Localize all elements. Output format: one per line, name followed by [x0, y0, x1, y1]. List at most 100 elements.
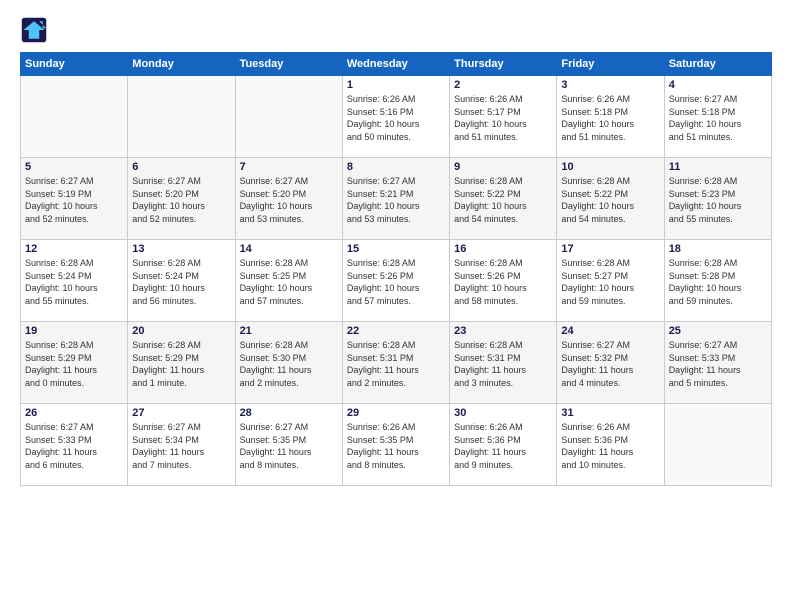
day-header-tuesday: Tuesday [235, 53, 342, 76]
calendar-cell: 9 Sunrise: 6:28 AM Sunset: 5:22 PM Daylig… [450, 158, 557, 240]
calendar-cell: 29 Sunrise: 6:26 AM Sunset: 5:35 PM Dayli… [342, 404, 449, 486]
calendar-cell: 5 Sunrise: 6:27 AM Sunset: 5:19 PM Daylig… [21, 158, 128, 240]
day-number: 15 [347, 243, 445, 255]
day-number: 11 [669, 161, 767, 173]
week-row-1: 5 Sunrise: 6:27 AM Sunset: 5:19 PM Daylig… [21, 158, 772, 240]
calendar-cell: 2 Sunrise: 6:26 AM Sunset: 5:17 PM Daylig… [450, 76, 557, 158]
calendar-cell: 8 Sunrise: 6:27 AM Sunset: 5:21 PM Daylig… [342, 158, 449, 240]
day-info: Sunrise: 6:28 AM Sunset: 5:26 PM Dayligh… [347, 257, 445, 307]
day-header-monday: Monday [128, 53, 235, 76]
header [20, 16, 772, 44]
day-number: 2 [454, 79, 552, 91]
day-info: Sunrise: 6:28 AM Sunset: 5:31 PM Dayligh… [347, 339, 445, 389]
week-row-4: 26 Sunrise: 6:27 AM Sunset: 5:33 PM Dayli… [21, 404, 772, 486]
calendar-cell: 10 Sunrise: 6:28 AM Sunset: 5:22 PM Dayli… [557, 158, 664, 240]
calendar-cell [664, 404, 771, 486]
day-number: 27 [132, 407, 230, 419]
day-info: Sunrise: 6:26 AM Sunset: 5:35 PM Dayligh… [347, 421, 445, 471]
day-info: Sunrise: 6:27 AM Sunset: 5:33 PM Dayligh… [25, 421, 123, 471]
day-info: Sunrise: 6:28 AM Sunset: 5:24 PM Dayligh… [132, 257, 230, 307]
calendar-cell: 4 Sunrise: 6:27 AM Sunset: 5:18 PM Daylig… [664, 76, 771, 158]
day-header-saturday: Saturday [664, 53, 771, 76]
calendar-cell: 17Sunrise: 6:28 AM Sunset: 5:27 PM Dayli… [557, 240, 664, 322]
day-info: Sunrise: 6:27 AM Sunset: 5:32 PM Dayligh… [561, 339, 659, 389]
day-info: Sunrise: 6:27 AM Sunset: 5:20 PM Dayligh… [240, 175, 338, 225]
calendar-cell: 14Sunrise: 6:28 AM Sunset: 5:25 PM Dayli… [235, 240, 342, 322]
day-number: 31 [561, 407, 659, 419]
calendar-cell: 3 Sunrise: 6:26 AM Sunset: 5:18 PM Daylig… [557, 76, 664, 158]
day-info: Sunrise: 6:28 AM Sunset: 5:28 PM Dayligh… [669, 257, 767, 307]
calendar-cell [21, 76, 128, 158]
calendar-cell: 22 Sunrise: 6:28 AM Sunset: 5:31 PM Dayli… [342, 322, 449, 404]
day-number: 25 [669, 325, 767, 337]
day-number: 28 [240, 407, 338, 419]
day-info: Sunrise: 6:28 AM Sunset: 5:27 PM Dayligh… [561, 257, 659, 307]
calendar-cell: 20 Sunrise: 6:28 AM Sunset: 5:29 PM Dayli… [128, 322, 235, 404]
day-info: Sunrise: 6:27 AM Sunset: 5:34 PM Dayligh… [132, 421, 230, 471]
day-info: Sunrise: 6:28 AM Sunset: 5:22 PM Dayligh… [454, 175, 552, 225]
day-info: Sunrise: 6:28 AM Sunset: 5:24 PM Dayligh… [25, 257, 123, 307]
calendar-cell: 25 Sunrise: 6:27 AM Sunset: 5:33 PM Dayli… [664, 322, 771, 404]
day-number: 26 [25, 407, 123, 419]
calendar-cell: 15 Sunrise: 6:28 AM Sunset: 5:26 PM Dayli… [342, 240, 449, 322]
day-info: Sunrise: 6:27 AM Sunset: 5:20 PM Dayligh… [132, 175, 230, 225]
calendar-cell: 26 Sunrise: 6:27 AM Sunset: 5:33 PM Dayli… [21, 404, 128, 486]
day-info: Sunrise: 6:28 AM Sunset: 5:31 PM Dayligh… [454, 339, 552, 389]
week-row-3: 19 Sunrise: 6:28 AM Sunset: 5:29 PM Dayli… [21, 322, 772, 404]
calendar-cell: 18 Sunrise: 6:28 AM Sunset: 5:28 PM Dayli… [664, 240, 771, 322]
logo-icon [20, 16, 48, 44]
calendar-cell: 23 Sunrise: 6:28 AM Sunset: 5:31 PM Dayli… [450, 322, 557, 404]
calendar-cell [235, 76, 342, 158]
calendar-cell: 6 Sunrise: 6:27 AM Sunset: 5:20 PM Daylig… [128, 158, 235, 240]
day-number: 16 [454, 243, 552, 255]
day-info: Sunrise: 6:28 AM Sunset: 5:22 PM Dayligh… [561, 175, 659, 225]
day-number: 6 [132, 161, 230, 173]
day-number: 30 [454, 407, 552, 419]
day-number: 5 [25, 161, 123, 173]
day-number: 21 [240, 325, 338, 337]
day-info: Sunrise: 6:28 AM Sunset: 5:29 PM Dayligh… [25, 339, 123, 389]
day-info: Sunrise: 6:26 AM Sunset: 5:36 PM Dayligh… [561, 421, 659, 471]
day-info: Sunrise: 6:28 AM Sunset: 5:30 PM Dayligh… [240, 339, 338, 389]
day-number: 23 [454, 325, 552, 337]
day-number: 8 [347, 161, 445, 173]
day-number: 18 [669, 243, 767, 255]
day-number: 24 [561, 325, 659, 337]
day-number: 29 [347, 407, 445, 419]
day-info: Sunrise: 6:27 AM Sunset: 5:19 PM Dayligh… [25, 175, 123, 225]
calendar-cell: 27 Sunrise: 6:27 AM Sunset: 5:34 PM Dayli… [128, 404, 235, 486]
day-number: 22 [347, 325, 445, 337]
day-number: 13 [132, 243, 230, 255]
day-info: Sunrise: 6:26 AM Sunset: 5:18 PM Dayligh… [561, 93, 659, 143]
calendar-cell [128, 76, 235, 158]
day-info: Sunrise: 6:27 AM Sunset: 5:21 PM Dayligh… [347, 175, 445, 225]
day-info: Sunrise: 6:27 AM Sunset: 5:18 PM Dayligh… [669, 93, 767, 143]
day-number: 3 [561, 79, 659, 91]
day-info: Sunrise: 6:27 AM Sunset: 5:35 PM Dayligh… [240, 421, 338, 471]
day-number: 20 [132, 325, 230, 337]
calendar-cell: 30 Sunrise: 6:26 AM Sunset: 5:36 PM Dayli… [450, 404, 557, 486]
day-number: 4 [669, 79, 767, 91]
day-number: 19 [25, 325, 123, 337]
day-info: Sunrise: 6:28 AM Sunset: 5:29 PM Dayligh… [132, 339, 230, 389]
day-header-friday: Friday [557, 53, 664, 76]
calendar-cell: 13 Sunrise: 6:28 AM Sunset: 5:24 PM Dayli… [128, 240, 235, 322]
day-info: Sunrise: 6:27 AM Sunset: 5:33 PM Dayligh… [669, 339, 767, 389]
day-header-thursday: Thursday [450, 53, 557, 76]
day-number: 9 [454, 161, 552, 173]
header-row: SundayMondayTuesdayWednesdayThursdayFrid… [21, 53, 772, 76]
day-number: 1 [347, 79, 445, 91]
week-row-0: 1Sunrise: 6:26 AM Sunset: 5:16 PM Daylig… [21, 76, 772, 158]
day-info: Sunrise: 6:28 AM Sunset: 5:26 PM Dayligh… [454, 257, 552, 307]
day-info: Sunrise: 6:26 AM Sunset: 5:36 PM Dayligh… [454, 421, 552, 471]
day-header-wednesday: Wednesday [342, 53, 449, 76]
day-info: Sunrise: 6:26 AM Sunset: 5:17 PM Dayligh… [454, 93, 552, 143]
day-number: 14 [240, 243, 338, 255]
calendar-cell: 28 Sunrise: 6:27 AM Sunset: 5:35 PM Dayli… [235, 404, 342, 486]
logo [20, 16, 52, 44]
calendar-table: SundayMondayTuesdayWednesdayThursdayFrid… [20, 52, 772, 486]
day-number: 10 [561, 161, 659, 173]
calendar-cell: 31 Sunrise: 6:26 AM Sunset: 5:36 PM Dayli… [557, 404, 664, 486]
day-number: 7 [240, 161, 338, 173]
page: SundayMondayTuesdayWednesdayThursdayFrid… [0, 0, 792, 612]
